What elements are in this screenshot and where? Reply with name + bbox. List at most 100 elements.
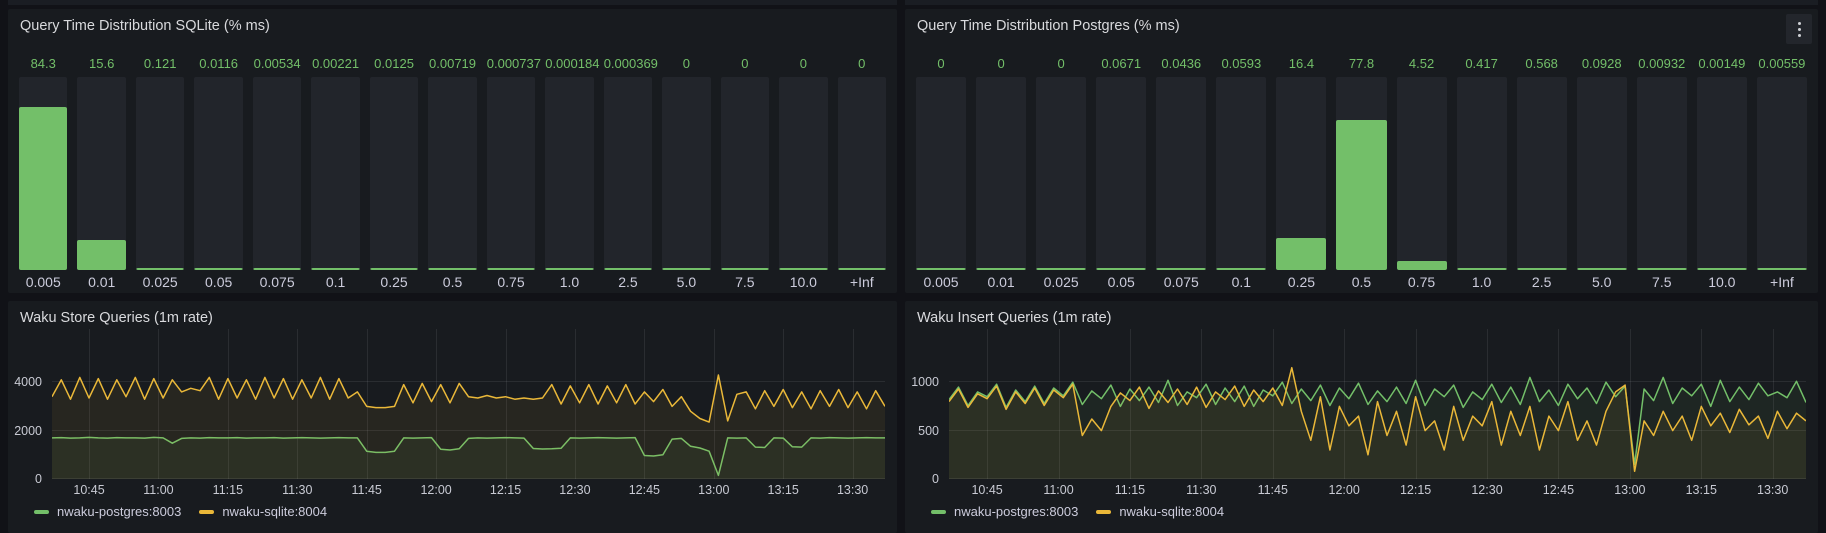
bar-track [1036,77,1086,270]
x-tick-label: 10:45 [971,483,1002,497]
histogram-column: 0.007190.5 [428,55,476,291]
bar-track [136,77,184,270]
legend-item-sqlite[interactable]: nwaku-sqlite:8004 [1096,504,1224,519]
kebab-menu-icon[interactable] [1786,14,1812,44]
bar-track [1457,77,1507,270]
histogram-column: 0.1210.025 [136,55,184,291]
bar-fill [194,268,242,270]
histogram-column: 00.005 [916,55,966,291]
x-tick-label: 11:15 [1115,483,1145,497]
bar-fill [1697,268,1747,270]
bar-fill [1216,268,1266,270]
bar-value-label: 0.121 [136,55,184,75]
histogram-column: 0.0014910.0 [1697,55,1747,291]
bucket-label: 0.01 [77,273,125,291]
x-tick-label: 12:45 [629,483,660,497]
legend-label: nwaku-postgres:8003 [954,504,1078,519]
bar-track [487,77,535,270]
bucket-label: 5.0 [662,273,710,291]
bucket-label: 0.25 [370,273,418,291]
bar-value-label: 0.000184 [545,55,593,75]
bar-value-label: 15.6 [77,55,125,75]
histogram-column: 0.00559 +Inf [1757,55,1807,291]
bar-value-label: 0 [1036,55,1086,75]
panel-title[interactable]: Query Time Distribution SQLite (% ms) [20,16,857,36]
y-tick-label: 1000 [901,375,939,389]
panel-title[interactable]: Waku Store Queries (1m rate) [20,308,857,328]
bar-track [1577,77,1627,270]
bar-value-label: 0.0125 [370,55,418,75]
bar-fill [976,268,1026,270]
bar-track [253,77,301,270]
bar-value-label: 0.00559 [1757,55,1807,75]
bar-fill [604,268,652,270]
bucket-label: +Inf [1757,273,1807,291]
bucket-label: +Inf [838,273,886,291]
x-tick-label: 12:15 [490,483,521,497]
bar-track [1216,77,1266,270]
x-tick-label: 13:15 [768,483,799,497]
x-tick-label: 12:00 [1329,483,1360,497]
bucket-label: 0.1 [311,273,359,291]
bar-fill [1156,268,1206,270]
x-tick-label: 12:15 [1400,483,1431,497]
bar-value-label: 0.568 [1517,55,1567,75]
bar-fill [19,107,67,270]
timeseries-plot-area[interactable] [949,329,1806,479]
x-tick-label: 11:30 [282,483,312,497]
x-tick-label: 12:30 [559,483,590,497]
bar-track [311,77,359,270]
histogram-column: 00.01 [976,55,1026,291]
bar-value-label: 0 [976,55,1026,75]
x-tick-label: 13:30 [1757,483,1788,497]
legend-item-postgres[interactable]: nwaku-postgres:8003 [931,504,1078,519]
bucket-label: 5.0 [1577,273,1627,291]
legend-item-postgres[interactable]: nwaku-postgres:8003 [34,504,181,519]
bar-value-label: 0 [916,55,966,75]
x-tick-label: 12:45 [1543,483,1574,497]
panel-above-edge [905,0,1818,5]
series-color-swatch [931,510,946,514]
histogram-column: 05.0 [662,55,710,291]
timeseries-svg [52,329,885,479]
bar-track [1757,77,1807,270]
histogram-column: 0.005340.075 [253,55,301,291]
bar-fill [1397,261,1447,270]
series-area-fill [52,375,885,479]
bucket-label: 10.0 [779,273,827,291]
legend-item-sqlite[interactable]: nwaku-sqlite:8004 [199,504,327,519]
bar-value-label: 0.0116 [194,55,242,75]
histogram-column: 77.80.5 [1336,55,1386,291]
panel-title[interactable]: Query Time Distribution Postgres (% ms) [917,16,1778,36]
panel-title[interactable]: Waku Insert Queries (1m rate) [917,308,1778,328]
series-color-swatch [34,510,49,514]
y-tick-label: 0 [4,472,42,486]
bar-track [976,77,1026,270]
bar-fill [253,268,301,270]
y-tick-label: 500 [901,424,939,438]
bar-track [545,77,593,270]
bucket-label: 7.5 [1637,273,1687,291]
histogram-column: 16.40.25 [1276,55,1326,291]
bar-value-label: 0 [838,55,886,75]
legend: nwaku-postgres:8003 nwaku-sqlite:8004 [34,504,327,519]
bucket-label: 0.5 [1336,273,1386,291]
x-axis-labels: 10:4511:0011:1511:3011:4512:0012:1512:30… [52,483,885,499]
x-tick-label: 11:30 [1186,483,1216,497]
bar-value-label: 0.0436 [1156,55,1206,75]
series-color-swatch [199,510,214,514]
bucket-label: 0.01 [976,273,1026,291]
panel-query-time-postgres: Query Time Distribution Postgres (% ms) … [905,9,1818,293]
x-tick-label: 13:30 [837,483,868,497]
histogram-column: 0.0125 0.25 [370,55,418,291]
x-tick-label: 11:45 [352,483,382,497]
panel-query-time-sqlite: Query Time Distribution SQLite (% ms) 84… [8,9,897,293]
x-tick-label: 11:00 [143,483,173,497]
bucket-label: 0.1 [1216,273,1266,291]
bar-value-label: 0.00932 [1637,55,1687,75]
bar-value-label: 0.417 [1457,55,1507,75]
bar-fill [1336,120,1386,270]
series-color-swatch [1096,510,1111,514]
histogram-column: 0.01160.05 [194,55,242,291]
timeseries-plot-area[interactable] [52,329,885,479]
